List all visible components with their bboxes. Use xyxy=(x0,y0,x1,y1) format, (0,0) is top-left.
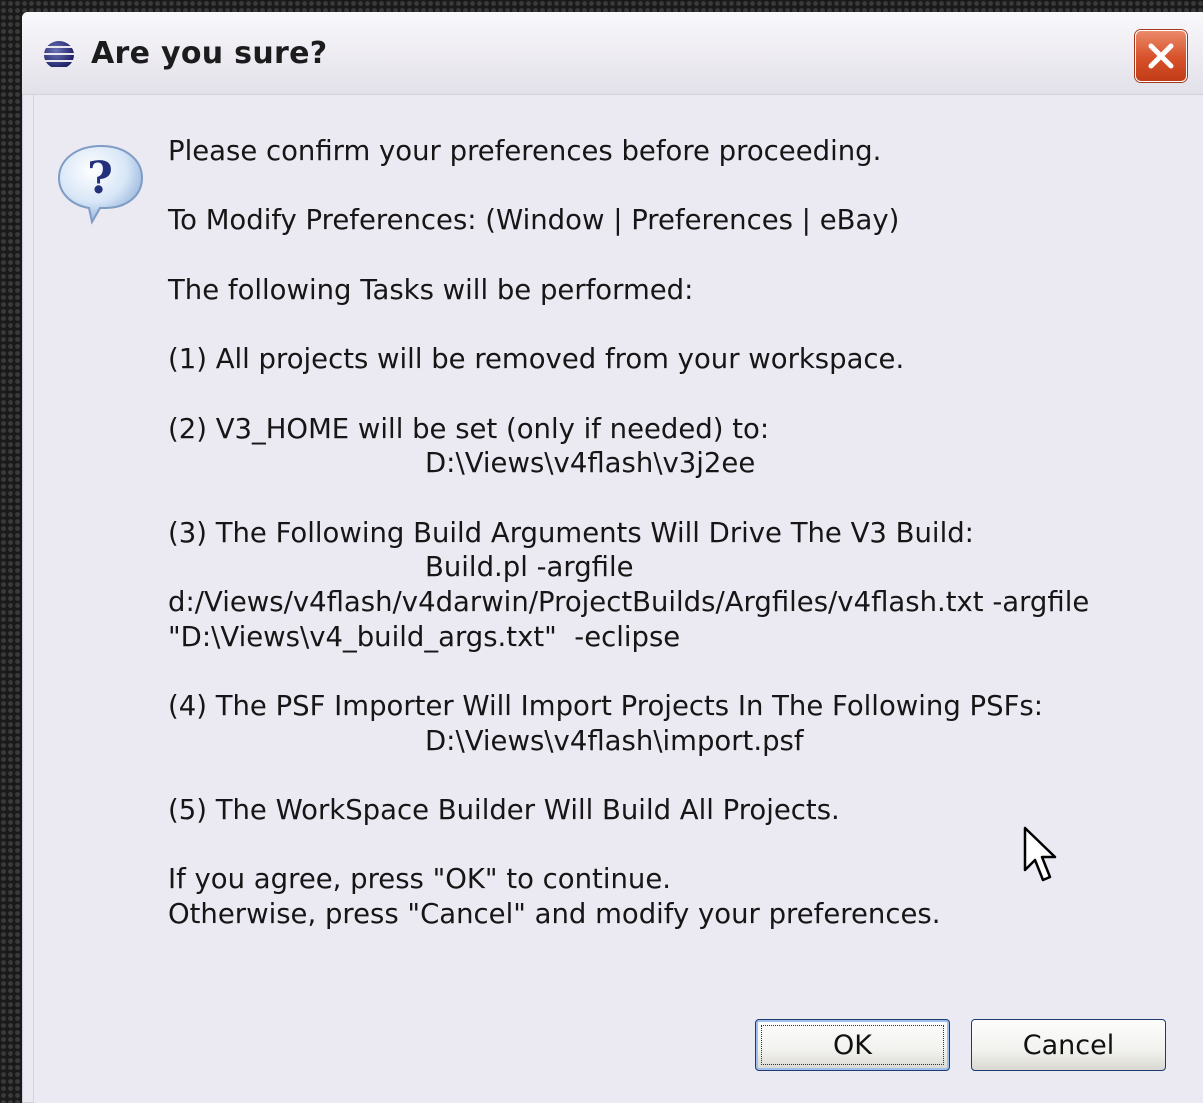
message-line: (4) The PSF Importer Will Import Project… xyxy=(168,690,1043,722)
question-icon: ? xyxy=(57,144,144,225)
ok-button[interactable]: OK xyxy=(755,1019,950,1071)
mouse-cursor-icon xyxy=(1023,826,1057,882)
message-gap xyxy=(168,828,1168,863)
message-line: D:\Views\v4flash\v3j2ee xyxy=(425,447,756,480)
message-line: (1) All projects will be removed from yo… xyxy=(168,343,905,376)
message-line: d:/Views/v4flash/v4darwin/ProjectBuilds/… xyxy=(168,585,1090,618)
message-gap xyxy=(168,758,1168,793)
message-line: D:\Views\v4flash\import.psf xyxy=(425,724,804,757)
message-line: (5) The WorkSpace Builder Will Build All… xyxy=(168,794,840,827)
message-text: Please confirm your preferences before p… xyxy=(168,134,1168,932)
message-gap xyxy=(168,169,1168,204)
message-line: Build.pl -argfile xyxy=(425,551,634,584)
message-gap xyxy=(168,481,1168,516)
title-bar[interactable]: Are you sure? xyxy=(22,12,1203,95)
message-line: Please confirm your preferences before p… xyxy=(168,135,882,167)
confirm-dialog: Are you sure? ? Please confirm your pref… xyxy=(22,12,1203,1103)
cancel-button-label: Cancel xyxy=(1022,1029,1115,1061)
message-gap xyxy=(168,307,1168,342)
close-icon xyxy=(1148,43,1174,69)
cancel-button[interactable]: Cancel xyxy=(971,1019,1166,1071)
dialog-title: Are you sure? xyxy=(91,36,328,71)
message-gap xyxy=(168,238,1168,273)
close-button[interactable] xyxy=(1135,30,1187,82)
message-line: The following Tasks will be performed: xyxy=(168,273,694,306)
message-line: If you agree, press "OK" to continue. xyxy=(168,863,671,896)
message-line: "D:\Views\v4_build_args.txt" -eclipse xyxy=(168,620,681,653)
focus-ring xyxy=(761,1025,944,1065)
message-line: To Modify Preferences: (Window | Prefere… xyxy=(168,204,900,237)
svg-text:?: ? xyxy=(87,153,113,204)
eclipse-icon xyxy=(44,41,74,69)
message-gap xyxy=(168,654,1168,689)
message-line: (3) The Following Build Arguments Will D… xyxy=(168,516,974,549)
message-line: Otherwise, press "Cancel" and modify you… xyxy=(168,898,941,931)
message-gap xyxy=(168,377,1168,412)
message-line: (2) V3_HOME will be set (only if needed)… xyxy=(168,412,770,445)
